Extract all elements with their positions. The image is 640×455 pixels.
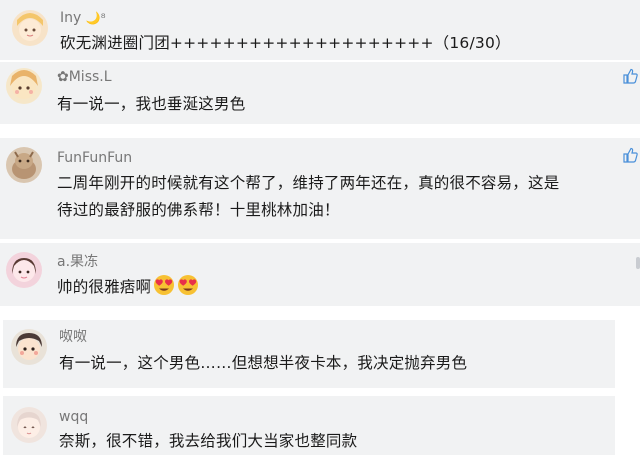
thumbs-up-icon[interactable] [622, 68, 638, 84]
username[interactable]: Iny 🌙⁸ [60, 9, 106, 27]
username[interactable]: a.果冻 [57, 253, 98, 271]
comment-text-line: 待过的最舒服的佛系帮！十里桃林加油！ [57, 201, 340, 219]
comment-text: 有一说一，这个男色……但想想半夜卡本，我决定抛弃男色 [59, 354, 468, 372]
username[interactable]: 呶呶 [59, 328, 87, 346]
comment-text-line: 二周年刚开的时候就有这个帮了，维持了两年还在，真的很不容易，这是 [57, 174, 560, 192]
heart-eyes-emoji-icon [153, 274, 175, 296]
avatar[interactable] [12, 10, 48, 46]
avatar[interactable] [6, 68, 42, 104]
avatar[interactable] [11, 407, 47, 443]
comment-card: 呶呶 有一说一，这个男色……但想想半夜卡本，我决定抛弃男色 [3, 320, 615, 388]
comment-card: FunFunFun 二周年刚开的时候就有这个帮了，维持了两年还在，真的很不容易，… [0, 138, 640, 239]
comment-card: Iny 🌙⁸ 砍无渊进圈门团++++++++++++++++++++（16/30… [0, 0, 640, 60]
username[interactable]: FunFunFun [57, 149, 132, 167]
comment-text-content: 帅的很雅痞啊 [57, 278, 152, 296]
comment-text: 有一说一，我也垂涎这男色 [57, 95, 246, 113]
comment-text: 帅的很雅痞啊 [57, 274, 199, 300]
username-text[interactable]: Iny [60, 10, 81, 26]
comment-card: ✿Miss.L 有一说一，我也垂涎这男色 [0, 62, 640, 124]
avatar[interactable] [6, 252, 42, 288]
username-badge: 🌙⁸ [85, 11, 106, 25]
thumbs-up-icon[interactable] [622, 147, 638, 163]
avatar[interactable] [11, 329, 47, 365]
comment-card: a.果冻 帅的很雅痞啊 [0, 243, 640, 306]
heart-eyes-emoji-icon [177, 274, 199, 296]
comment-text: 砍无渊进圈门团++++++++++++++++++++（16/30） [60, 34, 511, 52]
comment-text: 奈斯，很不错，我去给我们大当家也整同款 [59, 432, 358, 450]
comment-card: wqq 奈斯，很不错，我去给我们大当家也整同款 [3, 396, 615, 455]
scroll-edge [636, 257, 640, 269]
avatar[interactable] [6, 147, 42, 183]
username[interactable]: wqq [59, 408, 88, 426]
username[interactable]: ✿Miss.L [57, 68, 112, 86]
